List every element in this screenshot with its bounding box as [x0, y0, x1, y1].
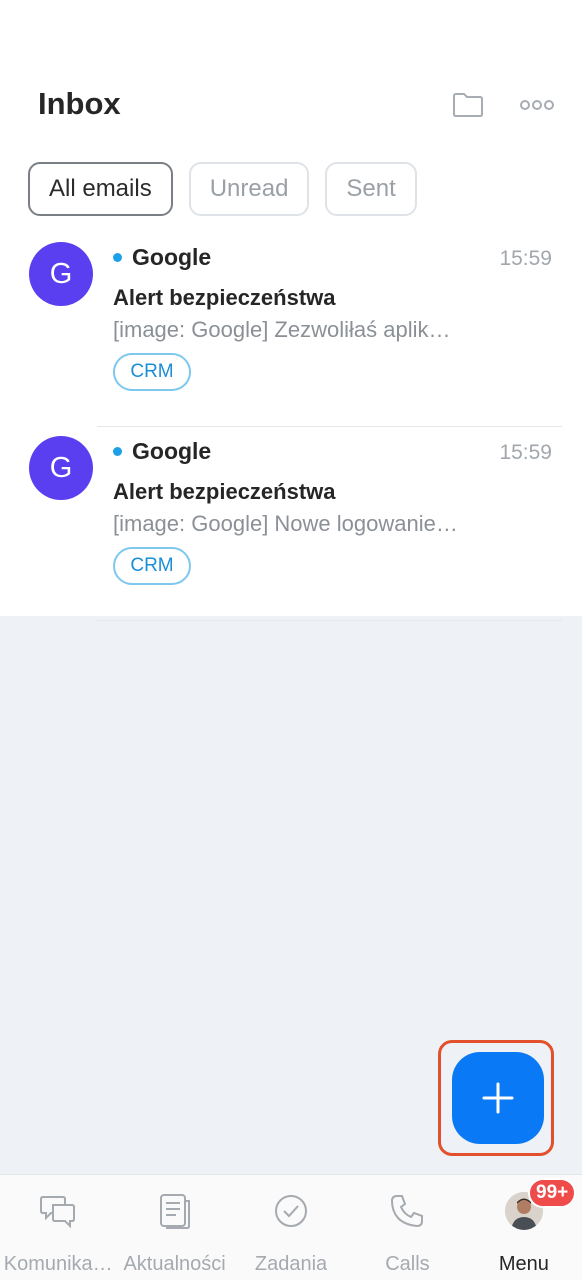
- nav-item-calls[interactable]: Calls: [349, 1175, 465, 1280]
- nav-label: Aktualności: [123, 1253, 226, 1275]
- more-button[interactable]: [514, 88, 560, 122]
- header: Inbox: [0, 70, 582, 140]
- tab-sent[interactable]: Sent: [325, 162, 417, 216]
- notification-badge: 99+: [528, 1178, 577, 1208]
- crm-tag[interactable]: CRM: [113, 353, 191, 391]
- email-subject: Alert bezpieczeństwa: [113, 285, 336, 310]
- sender-avatar: G: [29, 436, 93, 500]
- folder-icon: [453, 93, 483, 117]
- nav-item-komunikator[interactable]: Komunika…: [0, 1175, 116, 1280]
- chat-icon: [38, 1191, 78, 1231]
- nav-label: Zadania: [254, 1253, 328, 1275]
- email-time: 15:59: [499, 247, 552, 270]
- sender-avatar: G: [29, 242, 93, 306]
- email-preview: [image: Google] Zezwoliłaś aplik…: [113, 317, 451, 342]
- nav-label: Calls: [385, 1253, 430, 1275]
- email-subject: Alert bezpieczeństwa: [113, 479, 336, 504]
- unread-dot: [113, 253, 122, 262]
- email-list-item[interactable]: G Google 15:59 Alert bezpieczeństwa [ima…: [0, 427, 582, 621]
- email-list-panel: Inbox All emails Unread Sent G Google 15…: [0, 0, 582, 621]
- more-icon: [520, 100, 554, 110]
- email-preview: [image: Google] Nowe logowanie…: [113, 511, 458, 536]
- tab-all-emails[interactable]: All emails: [28, 162, 173, 216]
- nav-label: Menu: [498, 1253, 549, 1275]
- bottom-navigation: Komunika… Aktualności Zadania Calls Menu: [0, 1174, 582, 1280]
- nav-item-zadania[interactable]: Zadania: [233, 1175, 349, 1280]
- page-title: Inbox: [38, 86, 121, 121]
- check-circle-icon: [271, 1191, 311, 1231]
- plus-icon: [482, 1082, 514, 1114]
- compose-button[interactable]: [452, 1052, 544, 1144]
- crm-tag[interactable]: CRM: [113, 547, 191, 585]
- sender-name: Google: [132, 438, 212, 464]
- nav-label: Komunika…: [3, 1253, 113, 1275]
- sender-name: Google: [132, 244, 212, 270]
- nav-item-aktualnosci[interactable]: Aktualności: [116, 1175, 232, 1280]
- phone-icon: [387, 1191, 427, 1231]
- folder-button[interactable]: [449, 88, 487, 122]
- email-time: 15:59: [499, 441, 552, 464]
- filter-tabs: All emails Unread Sent: [28, 162, 417, 216]
- unread-dot: [113, 447, 122, 456]
- email-list-item[interactable]: G Google 15:59 Alert bezpieczeństwa [ima…: [0, 233, 582, 427]
- tab-unread[interactable]: Unread: [188, 162, 310, 216]
- divider: [97, 620, 562, 621]
- news-icon: [155, 1191, 195, 1231]
